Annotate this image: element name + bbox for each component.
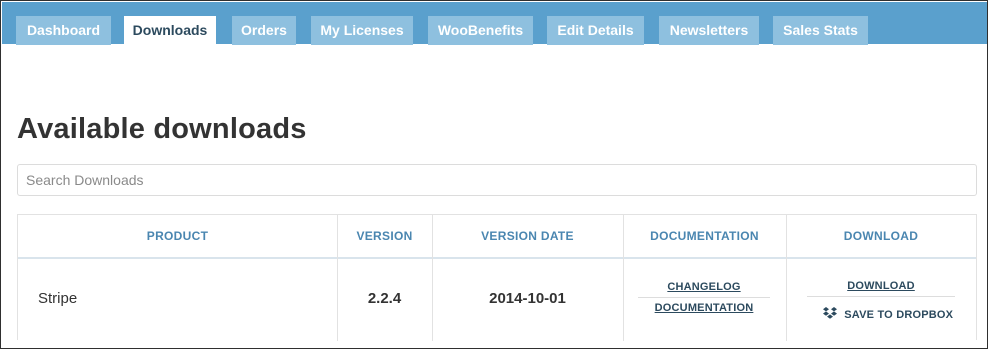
link-separator	[638, 297, 770, 298]
tab-orders[interactable]: Orders	[232, 16, 296, 45]
download-link[interactable]: DOWNLOAD	[807, 280, 955, 292]
column-header-download[interactable]: DOWNLOAD	[786, 215, 976, 257]
documentation-link[interactable]: DOCUMENTATION	[638, 302, 770, 314]
page-title: Available downloads	[17, 113, 307, 145]
product-version: 2.2.4	[367, 290, 402, 307]
product-name: Stripe	[38, 290, 78, 307]
link-separator	[807, 296, 955, 297]
tab-dashboard[interactable]: Dashboard	[16, 16, 111, 45]
tab-newsletters[interactable]: Newsletters	[659, 16, 759, 45]
header-divider	[18, 257, 976, 259]
tab-edit-details[interactable]: Edit Details	[547, 16, 644, 45]
column-divider	[337, 215, 338, 341]
search-input[interactable]	[17, 164, 977, 196]
dropbox-icon	[823, 307, 844, 321]
column-header-version-date[interactable]: VERSION DATE	[432, 215, 623, 257]
column-header-documentation[interactable]: DOCUMENTATION	[623, 215, 786, 257]
tab-bar: Dashboard Downloads Orders My Licenses W…	[2, 2, 987, 45]
version-date: 2014-10-01	[489, 290, 566, 307]
changelog-link[interactable]: CHANGELOG	[638, 281, 770, 293]
save-to-dropbox-button[interactable]: SAVE TO DROPBOX	[823, 307, 953, 321]
tab-downloads[interactable]: Downloads	[124, 16, 216, 45]
tab-woobenefits[interactable]: WooBenefits	[428, 16, 533, 45]
downloads-table: PRODUCT VERSION VERSION DATE DOCUMENTATI…	[17, 214, 977, 341]
column-divider	[786, 215, 787, 341]
tab-sales-stats[interactable]: Sales Stats	[773, 16, 868, 45]
column-header-version[interactable]: VERSION	[337, 215, 432, 257]
window-frame: Dashboard Downloads Orders My Licenses W…	[0, 0, 988, 349]
column-header-product[interactable]: PRODUCT	[18, 215, 337, 257]
column-divider	[432, 215, 433, 341]
tab-my-licenses[interactable]: My Licenses	[311, 16, 413, 45]
column-divider	[623, 215, 624, 341]
dropbox-label: SAVE TO DROPBOX	[844, 309, 954, 321]
